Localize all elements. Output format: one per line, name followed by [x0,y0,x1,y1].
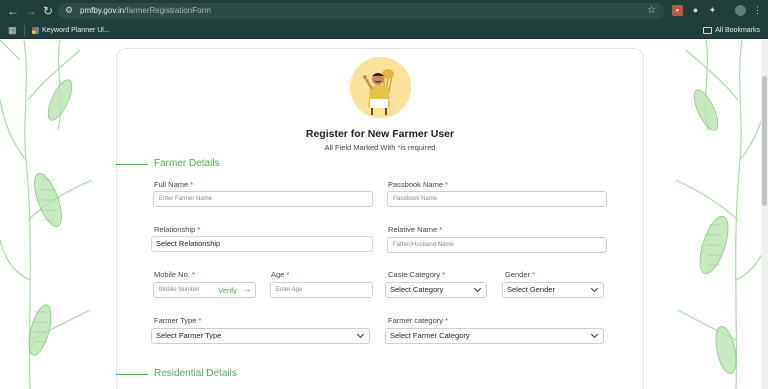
farmer-avatar [350,57,411,118]
farmer-type-label: Farmer Type * [154,316,202,325]
scroll-thumb[interactable] [762,76,767,206]
apps-grid-icon[interactable]: ▦ [8,25,18,35]
bookmarks-bar: ▦ Keyword Planner Ul... All Bookmarks [0,22,768,39]
age-label: Age * [271,270,290,279]
bookmark-star-icon[interactable]: ☆ [647,4,656,18]
chevron-down-icon [590,330,599,339]
keyword-planner-icon [32,27,39,34]
farmer-illustration-icon [350,57,411,118]
microphone-icon[interactable]: ● [690,5,701,16]
page-scrollbar[interactable] [761,40,768,389]
relationship-label: Relationship * [154,225,201,234]
farmer-type-select[interactable]: Select Farmer Type [151,328,370,344]
full-name-input[interactable]: Enter Farmer Name [153,191,373,207]
reload-icon[interactable]: ↻ [41,4,55,18]
passbook-name-label: Passbook Name * [388,180,449,189]
gender-select[interactable]: Select Gender [502,282,604,298]
full-name-label: Full Name * [154,180,194,189]
gender-label: Gender * [505,270,536,279]
extension-icon[interactable]: ▪ [672,5,683,16]
page-title: Register for New Farmer User [305,128,455,140]
extensions-puzzle-icon[interactable]: ✦ [707,5,718,16]
menu-kebab-icon[interactable]: ⋮ [752,5,763,16]
site-info-icon[interactable]: ⚙ [65,5,75,16]
folder-icon [703,27,713,34]
corn-decoration-right [676,40,768,389]
section-title-residential-details: Residential Details [154,368,237,379]
age-input[interactable]: Enter Age [270,282,373,298]
section-divider [116,164,148,165]
passbook-name-input[interactable]: Passbook Name [387,191,607,207]
chevron-down-icon [356,330,365,339]
back-icon[interactable]: ← [6,4,20,18]
section-divider [116,374,148,375]
relationship-select[interactable]: Select Relationship [151,236,373,252]
chevron-down-icon [590,284,599,293]
all-bookmarks-button[interactable]: All Bookmarks [703,24,760,37]
corn-decoration-left [0,40,92,389]
address-bar[interactable]: ⚙ pmfby.gov.in/farmerRegistrationForm ☆ [58,3,664,19]
arrow-right-icon[interactable]: → [242,283,252,297]
url-text: pmfby.gov.in/farmerRegistrationForm [80,6,211,15]
caste-category-select[interactable]: Select Category [385,282,487,298]
required-note: All Field Marked With *is required [324,143,436,152]
verify-button[interactable]: Verify [218,283,237,298]
relative-name-label: Relative Name * [388,225,443,234]
profile-avatar[interactable] [735,5,746,16]
farmer-category-label: Farmer category * [388,316,449,325]
section-title-farmer-details: Farmer Details [154,158,220,169]
mobile-input[interactable]: Mobile Number Verify → [153,282,256,298]
forward-icon[interactable]: → [24,4,38,18]
browser-toolbar: ← → ↻ ⚙ pmfby.gov.in/farmerRegistrationF… [0,0,768,22]
relative-name-input[interactable]: Father/Husband Name [387,237,607,253]
farmer-category-select[interactable]: Select Farmer Category [385,328,604,344]
chevron-down-icon [473,284,482,293]
caste-category-label: Caste Category * [388,270,446,279]
bookmark-keyword-planner[interactable]: Keyword Planner Ul... [32,24,110,37]
mobile-label: Mobile No. * [154,270,195,279]
bookmark-separator [24,25,25,36]
